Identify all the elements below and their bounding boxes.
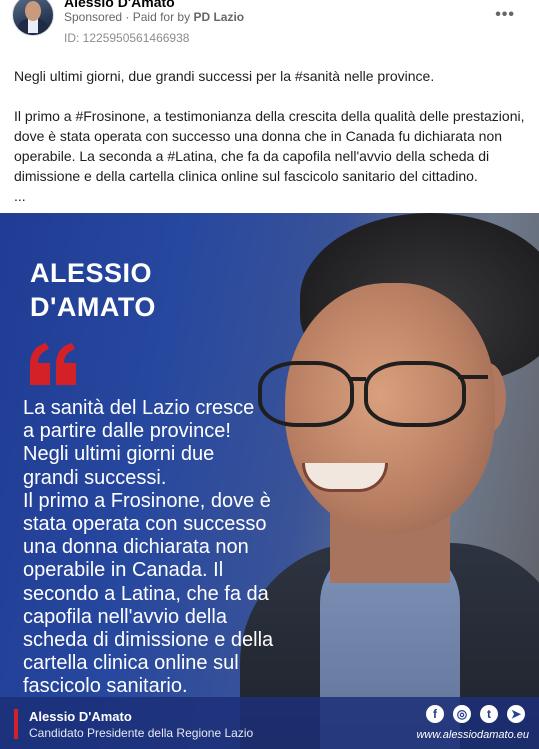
facebook-icon: f (426, 705, 444, 723)
paid-for-prefix: Paid for by (132, 10, 191, 24)
ad-id: ID: 1225950561466938 (64, 31, 190, 45)
quote-line: fascicolo sanitario. (23, 675, 188, 698)
instagram-icon: ◎ (453, 705, 471, 723)
avatar-face (25, 1, 41, 21)
sponsored-label: Sponsored (64, 10, 123, 24)
quote-line: Negli ultimi giorni due (23, 443, 215, 466)
quote-line: La sanità del Lazio cresce (23, 397, 255, 419)
quote-line: operabile in Canada. Il (23, 559, 224, 582)
ad-creative-image[interactable]: ALESSIO D'AMATO La sanità del Lazio cres… (0, 213, 539, 749)
post-header: Alessio D'Amato Sponsored · Paid for by … (0, 0, 539, 60)
accent-bar (14, 709, 18, 739)
post-paragraph-2: Il primo a #Frosinone, a testimonianza d… (14, 108, 525, 184)
quote-line: a partire dalle province! (23, 420, 231, 443)
headline-line-2: D'AMATO (30, 292, 156, 322)
twitter-icon: t (480, 705, 498, 723)
glasses-temple (458, 375, 488, 379)
quote-line: stata operata con successo (23, 513, 267, 536)
website-url: www.alessiodamato.eu (416, 729, 529, 741)
creative-footer: Alessio D'Amato Candidato Presidente del… (0, 697, 539, 749)
avatar-shirt (28, 19, 38, 33)
quote-icon (30, 343, 76, 385)
author-avatar[interactable] (12, 0, 54, 36)
more-options-icon[interactable]: ••• (495, 6, 515, 24)
quote-line: cartella clinica online sul (23, 652, 239, 675)
glasses-bridge (348, 377, 366, 381)
headline-line-1: ALESSIO (30, 258, 153, 288)
footer-candidate-role: Candidato Presidente della Regione Lazio (29, 726, 254, 740)
glasses-lens-right (364, 361, 466, 427)
quote-line: una donna dichiarata non (23, 536, 249, 559)
post-paragraph-1: Negli ultimi giorni, due grandi successi… (14, 68, 435, 84)
creative-headline: ALESSIO D'AMATO (30, 256, 156, 324)
author-name[interactable]: Alessio D'Amato (64, 0, 175, 10)
creative-quote: La sanità del Lazio cresce a partire dal… (23, 397, 303, 699)
quote-line: secondo a Latina, che fa da (23, 582, 269, 605)
quote-line: grandi successi. (23, 466, 167, 489)
quote-line: scheda di dimissione e della (23, 629, 274, 652)
quote-line: Il primo a Frosinone, dove è (23, 489, 271, 512)
footer-candidate-name: Alessio D'Amato (29, 709, 132, 724)
telegram-icon: ➤ (507, 705, 525, 723)
paid-for-by-link[interactable]: PD Lazio (193, 10, 244, 24)
post-text: Negli ultimi giorni, due grandi successi… (14, 66, 526, 206)
separator-dot: · (125, 10, 130, 24)
see-more-ellipsis[interactable]: ... (14, 186, 526, 206)
quote-line: capofila nell'avvio della (23, 605, 227, 628)
sponsored-line: Sponsored · Paid for by PD Lazio (64, 10, 244, 24)
